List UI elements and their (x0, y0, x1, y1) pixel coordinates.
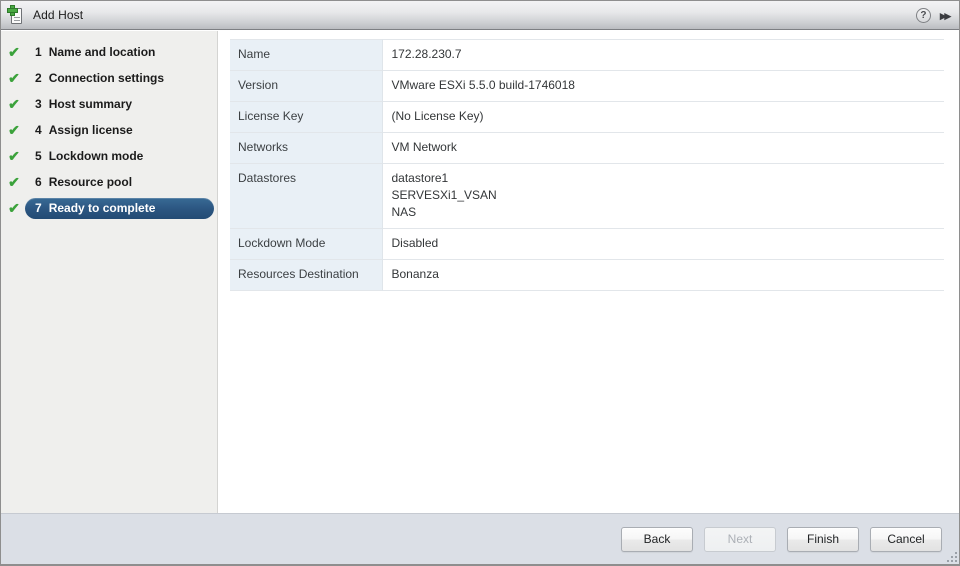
summary-row-label: License Key (230, 101, 383, 133)
summary-row-value: Bonanza (382, 260, 944, 291)
summary-row-value: VM Network (382, 133, 944, 164)
step-complete-check-icon: ✔ (8, 96, 20, 112)
summary-row-label: Resources Destination (230, 259, 383, 291)
table-row: Resources Destination Bonanza (230, 259, 944, 291)
step-label: Lockdown mode (48, 149, 144, 163)
summary-value-line: 172.28.230.7 (391, 47, 462, 61)
cancel-button[interactable]: Cancel (870, 526, 942, 552)
step-number: 7 (35, 201, 42, 215)
grip-dot (955, 560, 957, 562)
step-number: 1 (35, 45, 42, 59)
summary-value-line: VM Network (391, 140, 457, 154)
wizard-step-pill: 7 Ready to complete (25, 197, 214, 219)
add-host-wizard-window: Add Host ? ▸▸ ✔ 1 Name and location ✔ 2 Conne… (0, 0, 960, 566)
summary-value-line: datastore1 (391, 171, 449, 185)
summary-value-line: (No License Key) (391, 109, 484, 123)
wizard-footer: Back Next Finish Cancel (1, 513, 959, 564)
wizard-step-3[interactable]: ✔ 3 Host summary (1, 91, 217, 117)
grip-dot (955, 556, 957, 558)
wizard-steps-sidebar: ✔ 1 Name and location ✔ 2 Connection settings… (1, 31, 218, 513)
table-row: Version VMware ESXi 5.5.0 build-1746018 (230, 70, 944, 102)
step-number: 3 (35, 97, 42, 111)
step-label: Ready to complete (48, 201, 156, 215)
step-number: 5 (35, 149, 42, 163)
window-titlebar: Add Host ? ▸▸ (1, 1, 959, 30)
table-row: Networks VM Network (230, 132, 944, 164)
step-number: 6 (35, 175, 42, 189)
summary-value-line: Disabled (391, 236, 439, 250)
wizard-body: ✔ 1 Name and location ✔ 2 Connection settings… (1, 31, 959, 513)
wizard-step-1[interactable]: ✔ 1 Name and location (1, 39, 217, 65)
summary-row-label: Name (230, 39, 383, 71)
step-label: Assign license (48, 123, 133, 137)
wizard-step-pill: 2 Connection settings (25, 68, 178, 89)
wizard-step-4[interactable]: ✔ 4 Assign license (1, 117, 217, 143)
wizard-step-pill: 1 Name and location (25, 42, 169, 63)
chevron-double-right-icon[interactable]: ▸▸ (940, 9, 951, 22)
summary-row-label: Lockdown Mode (230, 228, 383, 260)
titlebar-actions: ? ▸▸ (915, 7, 951, 23)
wizard-content-pane: Name 172.28.230.7 Version VMware ESXi 5.5.0… (218, 31, 959, 513)
window-title: Add Host (33, 8, 84, 22)
table-row: Lockdown Mode Disabled (230, 228, 944, 260)
wizard-step-pill: 5 Lockdown mode (25, 146, 157, 167)
grip-dot (955, 552, 957, 554)
resize-grip[interactable] (944, 549, 957, 562)
wizard-step-pill: 3 Host summary (25, 94, 146, 115)
wizard-step-5[interactable]: ✔ 5 Lockdown mode (1, 143, 217, 169)
grip-dot (951, 556, 953, 558)
step-label: Host summary (48, 97, 133, 111)
summary-value-line: SERVESXi1_VSAN (391, 188, 497, 202)
wizard-step-pill: 4 Assign license (25, 120, 147, 141)
summary-row-value: VMware ESXi 5.5.0 build-1746018 (382, 71, 944, 102)
summary-value-line: Bonanza (391, 267, 439, 281)
step-complete-check-icon: ✔ (8, 148, 20, 164)
summary-row-value: 172.28.230.7 (382, 40, 944, 71)
step-label: Connection settings (48, 71, 165, 85)
help-icon[interactable]: ? (915, 7, 931, 23)
wizard-step-2[interactable]: ✔ 2 Connection settings (1, 65, 217, 91)
summary-row-value: datastore1 SERVESXi1_VSAN NAS (382, 164, 944, 229)
summary-row-value: Disabled (382, 229, 944, 260)
summary-value-line: VMware ESXi 5.5.0 build-1746018 (391, 78, 575, 92)
step-complete-check-icon: ✔ (8, 174, 20, 190)
wizard-step-pill: 6 Resource pool (25, 172, 146, 193)
table-row: License Key (No License Key) (230, 101, 944, 133)
grip-dot (947, 560, 949, 562)
step-complete-check-icon: ✔ (8, 70, 20, 86)
back-button[interactable]: Back (621, 526, 693, 552)
host-summary-table: Name 172.28.230.7 Version VMware ESXi 5.5.0… (230, 39, 944, 291)
table-row: Name 172.28.230.7 (230, 39, 944, 71)
summary-row-label: Networks (230, 132, 383, 164)
grip-dot (951, 560, 953, 562)
step-label: Resource pool (48, 175, 133, 189)
table-row: Datastores datastore1 SERVESXi1_VSAN NAS (230, 163, 944, 229)
next-button: Next (704, 526, 776, 552)
step-complete-check-icon: ✔ (8, 44, 20, 60)
summary-row-label: Datastores (230, 163, 383, 229)
step-label: Name and location (48, 45, 156, 59)
wizard-step-7[interactable]: ✔ 7 Ready to complete (1, 195, 217, 221)
wizard-step-6[interactable]: ✔ 6 Resource pool (1, 169, 217, 195)
summary-row-label: Version (230, 70, 383, 102)
summary-value-line: NAS (391, 205, 417, 219)
add-host-icon (8, 5, 25, 25)
step-number: 4 (35, 123, 42, 137)
step-complete-check-icon: ✔ (8, 122, 20, 138)
step-number: 2 (35, 71, 42, 85)
finish-button[interactable]: Finish (787, 526, 859, 552)
summary-row-value: (No License Key) (382, 102, 944, 133)
step-complete-check-icon: ✔ (8, 200, 20, 216)
